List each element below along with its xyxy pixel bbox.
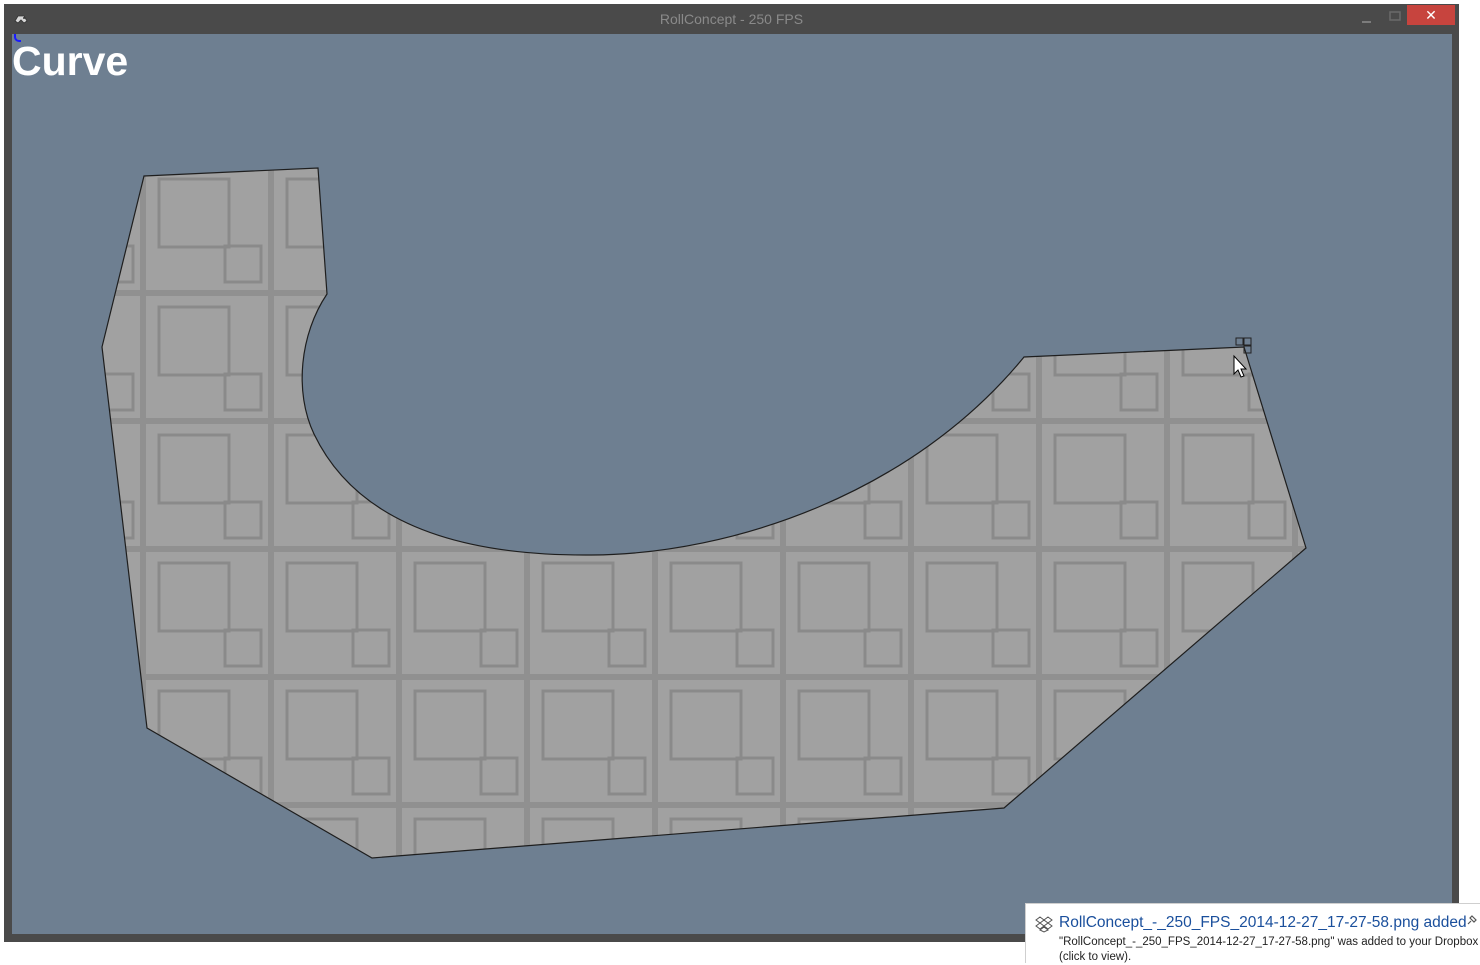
scene-heading: Curve [12, 38, 129, 84]
title-bar[interactable]: RollConcept - 250 FPS ✕ [4, 4, 1459, 34]
window-title: RollConcept - 250 FPS [659, 11, 804, 27]
app-window: RollConcept - 250 FPS ✕ Curve [4, 4, 1459, 942]
dropbox-notification[interactable]: RollConcept_-_250_FPS_2014-12-27_17-27-5… [1025, 903, 1480, 963]
close-icon: ✕ [1425, 7, 1437, 23]
maximize-icon [1389, 11, 1401, 21]
close-button[interactable]: ✕ [1407, 5, 1455, 25]
textured-polygon [101, 167, 1307, 859]
notification-body-line: "RollConcept_-_250_FPS_2014-12-27_17-27-… [1059, 936, 1479, 948]
notification-body: "RollConcept_-_250_FPS_2014-12-27_17-27-… [1059, 935, 1479, 965]
maximize-button[interactable] [1384, 7, 1406, 25]
pin-icon[interactable] [1466, 914, 1478, 926]
minimize-icon [1362, 21, 1371, 23]
notification-title[interactable]: RollConcept_-_250_FPS_2014-12-27_17-27-5… [1059, 914, 1467, 932]
minimize-button[interactable] [1356, 10, 1376, 26]
curve-shape [101, 167, 1307, 859]
game-canvas[interactable]: Curve [12, 34, 1452, 934]
dropbox-icon [1035, 916, 1053, 933]
